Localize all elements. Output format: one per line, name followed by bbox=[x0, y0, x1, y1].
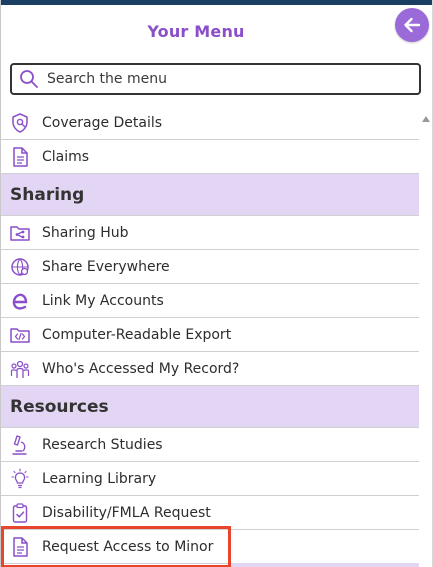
search-icon bbox=[19, 69, 39, 89]
menu-item-claims[interactable]: Claims bbox=[1, 140, 419, 174]
menu-panel: Your Menu Coverage De bbox=[0, 0, 433, 567]
scroll-up-arrow-icon[interactable] bbox=[422, 116, 430, 122]
menu-item-label: Coverage Details bbox=[42, 114, 163, 131]
lightbulb-icon bbox=[9, 467, 31, 490]
menu-item-request-access-to-minor[interactable]: Request Access to Minor bbox=[1, 530, 419, 564]
menu-item-disability-fmla-request[interactable]: Disability/FMLA Request bbox=[1, 496, 419, 530]
code-folder-icon bbox=[9, 324, 31, 346]
next-section-header bbox=[231, 563, 419, 567]
menu-item-label: Share Everywhere bbox=[42, 258, 170, 275]
menu-item-label: Link My Accounts bbox=[42, 292, 164, 309]
menu-item-whos-accessed-my-record[interactable]: Who's Accessed My Record? bbox=[1, 352, 419, 386]
menu-item-computer-readable-export[interactable]: Computer-Readable Export bbox=[1, 318, 419, 352]
section-title: Resources bbox=[10, 396, 109, 417]
globe-share-icon bbox=[9, 256, 31, 278]
people-icon bbox=[9, 358, 31, 380]
menu-item-research-studies[interactable]: Research Studies bbox=[1, 428, 419, 462]
menu-title: Your Menu bbox=[147, 22, 245, 41]
menu-item-sharing-hub[interactable]: Sharing Hub bbox=[1, 216, 419, 250]
menu-item-label: Computer-Readable Export bbox=[42, 326, 232, 343]
top-strip bbox=[0, 0, 433, 5]
menu-item-label: Request Access to Minor bbox=[42, 538, 214, 555]
section-header-resources: Resources bbox=[1, 386, 419, 428]
menu-item-coverage-details[interactable]: Coverage Details bbox=[1, 106, 419, 140]
search-input[interactable] bbox=[47, 71, 397, 87]
microscope-icon bbox=[9, 434, 31, 456]
link-e-icon bbox=[9, 290, 31, 312]
section-header-sharing: Sharing bbox=[1, 174, 419, 216]
clipboard-check-icon bbox=[9, 502, 31, 524]
menu-item-learning-library[interactable]: Learning Library bbox=[1, 462, 419, 496]
menu-item-label: Research Studies bbox=[42, 436, 163, 453]
folder-share-icon bbox=[9, 222, 31, 244]
menu-item-label: Sharing Hub bbox=[42, 224, 129, 241]
search-field[interactable] bbox=[10, 63, 421, 95]
menu-item-link-my-accounts[interactable]: Link My Accounts bbox=[1, 284, 419, 318]
document-icon bbox=[9, 146, 31, 168]
arrow-left-icon bbox=[401, 14, 423, 36]
menu-item-label: Claims bbox=[42, 148, 90, 165]
menu-list: Coverage Details Claims Sharing Sharing … bbox=[1, 106, 419, 564]
menu-item-label: Learning Library bbox=[42, 470, 157, 487]
menu-item-share-everywhere[interactable]: Share Everywhere bbox=[1, 250, 419, 284]
document-icon bbox=[9, 536, 31, 558]
back-button[interactable] bbox=[395, 8, 429, 42]
scrollbar[interactable] bbox=[420, 106, 432, 567]
menu-item-label: Who's Accessed My Record? bbox=[42, 360, 240, 377]
shield-search-icon bbox=[9, 112, 31, 134]
menu-item-label: Disability/FMLA Request bbox=[42, 504, 211, 521]
section-title: Sharing bbox=[10, 184, 85, 205]
